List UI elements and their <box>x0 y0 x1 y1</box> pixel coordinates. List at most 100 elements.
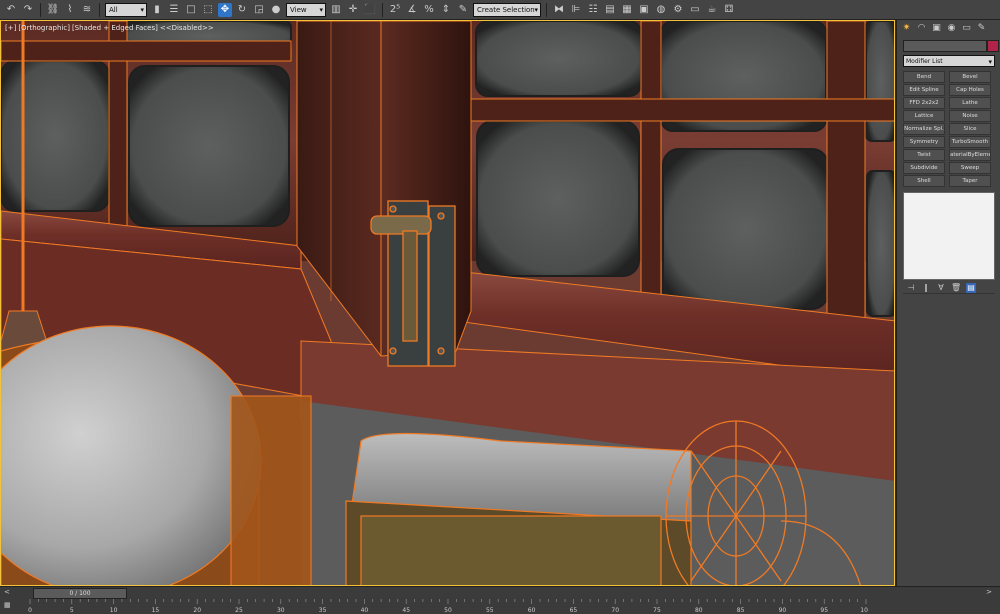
viewport-point-of-view[interactable]: [Orthographic] <box>18 24 70 32</box>
make-unique-icon[interactable]: ∀ <box>936 283 946 293</box>
track-tick-label: 50 <box>444 607 452 614</box>
modify-tab-icon[interactable]: ◠ <box>916 23 927 34</box>
modifier-button[interactable]: aterialByEleme <box>949 149 991 161</box>
reference-coordinate-dropdown[interactable]: View <box>286 2 326 17</box>
modifier-stack[interactable] <box>903 192 995 280</box>
rectangular-selection-icon[interactable]: □ <box>184 3 198 17</box>
modifier-button[interactable]: Bend <box>903 71 945 83</box>
utilities-tab-icon[interactable]: ✎ <box>976 23 987 34</box>
toggle-ribbon-icon[interactable]: ▤ <box>603 3 617 17</box>
perspective-viewport[interactable]: [+] [Orthographic] [Shaded + Edged Faces] <… <box>0 20 895 586</box>
curve-editor-icon[interactable]: ▦ <box>620 3 634 17</box>
track-tick-label: 15 <box>152 607 160 614</box>
track-tick-label: 35 <box>319 607 327 614</box>
viewport-scene <box>1 21 894 585</box>
modifier-button[interactable]: Noise <box>949 110 991 122</box>
modifier-button[interactable]: Twist <box>903 149 945 161</box>
motion-tab-icon[interactable]: ◉ <box>946 23 957 34</box>
configure-modifier-sets-icon[interactable]: ▤ <box>966 282 976 293</box>
redo-icon[interactable]: ↷ <box>21 3 35 17</box>
modifier-list-dropdown[interactable]: Modifier List <box>903 55 995 68</box>
select-and-scale-icon[interactable]: ◲ <box>252 3 266 17</box>
named-selection-sets-dropdown[interactable]: Create Selection Se <box>473 2 541 26</box>
object-name-field[interactable] <box>903 40 987 52</box>
object-color-swatch[interactable] <box>987 40 999 52</box>
modifier-button[interactable]: FFD 2x2x2 <box>903 97 945 109</box>
toolbar-divider <box>382 2 383 17</box>
modifier-buttons: Bend Bevel Edit Spline Cap Holes FFD 2x2… <box>903 71 991 187</box>
modifier-button[interactable]: Bevel <box>949 71 991 83</box>
create-tab-icon[interactable]: ✷ <box>901 23 912 34</box>
track-bar[interactable]: 0 5 10 15 20 25 30 35 40 45 50 55 60 65 70 75 80 85 90 95 10… <box>28 599 868 614</box>
select-and-rotate-icon[interactable]: ↻ <box>235 3 249 17</box>
modifier-button[interactable]: Cap Holes <box>949 84 991 96</box>
modifier-button[interactable]: Edit Spline <box>903 84 945 96</box>
next-frame-icon[interactable]: > <box>986 588 992 596</box>
pin-stack-icon[interactable]: ⊣ <box>906 283 916 293</box>
command-panel-tabs: ✷ ◠ ▣ ◉ ▭ ✎ <box>897 20 1000 36</box>
modifier-button[interactable]: Normalize Spl. <box>903 123 945 135</box>
angle-snap-icon[interactable]: ∡ <box>405 3 419 17</box>
schematic-view-icon[interactable]: ▣ <box>637 3 651 17</box>
viewport-lighting[interactable]: <<Disabled>> <box>160 24 214 32</box>
edit-named-selection-icon[interactable]: ✎ <box>456 3 470 17</box>
select-object-icon[interactable]: ▮ <box>150 3 164 17</box>
select-by-name-icon[interactable]: ☰ <box>167 3 181 17</box>
select-and-place-icon[interactable]: ● <box>269 3 283 17</box>
remove-modifier-icon[interactable]: 🗑 <box>951 283 961 293</box>
link-icon[interactable]: ⛓ <box>46 3 60 17</box>
modifier-button[interactable]: Slice <box>949 123 991 135</box>
select-and-move-icon[interactable]: ✥ <box>218 2 232 17</box>
selection-filter-dropdown[interactable]: All <box>105 2 147 17</box>
stack-toolbar: ⊣ ‖ ∀ 🗑 ▤ <box>903 282 995 294</box>
unlink-icon[interactable]: ⌇ <box>63 3 77 17</box>
rendered-frame-window-icon[interactable]: ▭ <box>688 3 702 17</box>
track-tick-label: 5 <box>70 607 74 614</box>
track-tick-label: 90 <box>779 607 787 614</box>
track-tick-label: 100 <box>860 607 868 614</box>
time-slider-handle[interactable]: 0 / 100 <box>33 588 127 599</box>
modifier-button[interactable]: Sweep <box>949 162 991 174</box>
toolbar-divider <box>99 2 100 17</box>
material-editor-icon[interactable]: ◍ <box>654 3 668 17</box>
time-slider: < 0 / 100 > ▦ 0 5 10 15 20 25 30 35 40 45 50 55 60 65… <box>0 586 1000 614</box>
modifier-button[interactable]: TurboSmooth <box>949 136 991 148</box>
track-tick-label: 55 <box>486 607 494 614</box>
track-tick-label: 95 <box>820 607 828 614</box>
prev-frame-icon[interactable]: < <box>4 588 10 596</box>
bind-spacewarp-icon[interactable]: ≋ <box>80 3 94 17</box>
align-icon[interactable]: ⊫ <box>569 3 583 17</box>
display-tab-icon[interactable]: ▭ <box>961 23 972 34</box>
window-crossing-icon[interactable]: ⬚ <box>201 3 215 17</box>
spinner-snap-icon[interactable]: ⇕ <box>439 3 453 17</box>
modifier-button[interactable]: Subdivide <box>903 162 945 174</box>
keyboard-shortcut-override-icon[interactable]: ⬛ <box>363 3 377 17</box>
track-tick-label: 65 <box>570 607 578 614</box>
track-tick-label: 80 <box>695 607 703 614</box>
move-gizmo-icon[interactable]: ✛ <box>346 3 360 17</box>
percent-snap-icon[interactable]: % <box>422 3 436 17</box>
modifier-button[interactable]: Taper <box>949 175 991 187</box>
show-end-result-icon[interactable]: ‖ <box>921 283 931 293</box>
render-setup-icon[interactable]: ⚙ <box>671 3 685 17</box>
render-production-icon[interactable]: ☕ <box>705 3 719 17</box>
mini-curve-editor-icon[interactable]: ▦ <box>4 601 18 611</box>
snaps-toggle-icon[interactable]: 2⁵ <box>388 3 402 17</box>
modifier-button[interactable]: Symmetry <box>903 136 945 148</box>
viewport-label[interactable]: [+] [Orthographic] [Shaded + Edged Faces] <… <box>5 24 216 32</box>
viewport-shading[interactable]: [Shaded + Edged Faces] <box>72 24 158 32</box>
modifier-button[interactable]: Lattice <box>903 110 945 122</box>
track-tick-label: 40 <box>361 607 369 614</box>
viewport-menu[interactable]: [+] <box>5 24 16 32</box>
pivot-center-icon[interactable]: ▥ <box>329 3 343 17</box>
mirror-icon[interactable]: ⧓ <box>552 3 566 17</box>
track-tick-label: 10 <box>110 607 118 614</box>
stool <box>345 432 692 585</box>
render-iterative-icon[interactable]: ⚃ <box>722 3 736 17</box>
undo-icon[interactable]: ↶ <box>4 3 18 17</box>
modifier-button[interactable]: Lathe <box>949 97 991 109</box>
hierarchy-tab-icon[interactable]: ▣ <box>931 23 942 34</box>
toolbar-divider <box>40 2 41 17</box>
layer-explorer-icon[interactable]: ☷ <box>586 3 600 17</box>
modifier-button[interactable]: Shell <box>903 175 945 187</box>
